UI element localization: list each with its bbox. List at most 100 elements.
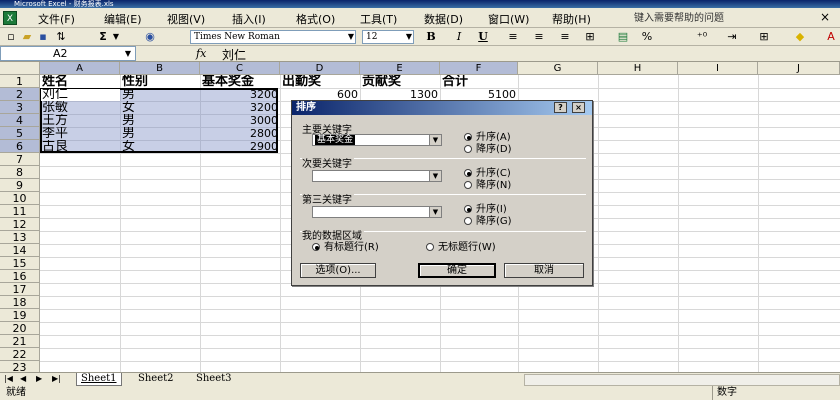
- primary-ascending-radio[interactable]: 升序(A): [464, 132, 511, 143]
- formula-input[interactable]: 刘仁: [222, 46, 246, 63]
- primary-descending-radio[interactable]: 降序(D): [464, 144, 512, 155]
- cell-name[interactable]: 李平: [40, 127, 120, 140]
- help-icon[interactable]: ◉: [142, 30, 158, 44]
- row-header-14[interactable]: 14: [0, 244, 40, 257]
- select-all-corner[interactable]: [0, 62, 40, 75]
- name-box[interactable]: A2 ▼: [0, 46, 136, 61]
- row-header-1[interactable]: 1: [0, 75, 40, 88]
- excel-app-icon[interactable]: X: [3, 11, 17, 25]
- tertiary-key-select[interactable]: ▼: [312, 206, 442, 218]
- sheet-tab-1[interactable]: Sheet1: [76, 373, 122, 386]
- sheet-tab-3[interactable]: Sheet3: [192, 373, 236, 386]
- italic-button[interactable]: I: [452, 30, 466, 44]
- sheet-tab-2[interactable]: Sheet2: [134, 373, 178, 386]
- tertiary-ascending-radio[interactable]: 升序(I): [464, 204, 507, 215]
- menu-window[interactable]: 窗口(W): [488, 11, 529, 27]
- menu-data[interactable]: 数据(D): [424, 11, 463, 27]
- cell-b1[interactable]: 性别: [120, 75, 200, 88]
- increase-decimal-icon[interactable]: ⁺⁰: [694, 30, 710, 44]
- row-header-15[interactable]: 15: [0, 257, 40, 270]
- column-header-f[interactable]: F: [440, 62, 518, 75]
- cancel-button[interactable]: 取消: [504, 263, 584, 278]
- menu-insert[interactable]: 插入(I): [232, 11, 266, 27]
- cell-bonus[interactable]: 2900: [200, 140, 280, 153]
- cell-bonus[interactable]: 3200: [200, 101, 280, 114]
- column-header-g[interactable]: G: [518, 62, 598, 75]
- row-header-6[interactable]: 6: [0, 140, 40, 153]
- cell-bonus[interactable]: 3000: [200, 114, 280, 127]
- cell-gender[interactable]: 女: [120, 101, 200, 114]
- row-header-19[interactable]: 19: [0, 309, 40, 322]
- new-file-icon[interactable]: ▫: [4, 30, 18, 44]
- open-folder-icon[interactable]: ▰: [20, 30, 34, 44]
- first-sheet-icon[interactable]: |◀: [4, 374, 13, 383]
- menu-tools[interactable]: 工具(T): [360, 11, 397, 27]
- row-header-13[interactable]: 13: [0, 231, 40, 244]
- column-header-c[interactable]: C: [200, 62, 280, 75]
- column-header-e[interactable]: E: [360, 62, 440, 75]
- primary-key-select[interactable]: 基本奖金 ▼: [312, 134, 442, 146]
- secondary-descending-radio[interactable]: 降序(N): [464, 180, 511, 191]
- menu-file[interactable]: 文件(F): [38, 11, 75, 27]
- cell-d1[interactable]: 出勤奖: [280, 75, 360, 88]
- align-right-icon[interactable]: ≡: [558, 30, 572, 44]
- cell-gender[interactable]: 男: [120, 114, 200, 127]
- close-icon[interactable]: ×: [820, 10, 830, 24]
- row-header-18[interactable]: 18: [0, 296, 40, 309]
- cell-c1[interactable]: 基本奖金: [200, 75, 280, 88]
- cell-bonus[interactable]: 3200: [200, 88, 280, 101]
- cell-name[interactable]: 古良: [40, 140, 120, 153]
- bold-button[interactable]: B: [424, 30, 438, 44]
- percent-button[interactable]: %: [640, 30, 654, 44]
- close-icon[interactable]: ×: [572, 102, 585, 113]
- font-size-select[interactable]: 12 ▼: [362, 30, 414, 44]
- no-header-radio[interactable]: 无标题行(W): [426, 242, 496, 253]
- borders-icon[interactable]: ⊞: [756, 30, 772, 44]
- has-header-radio[interactable]: 有标题行(R): [312, 242, 379, 253]
- last-sheet-icon[interactable]: ▶|: [52, 374, 61, 383]
- help-search-box[interactable]: 键入需要帮助的问题: [630, 11, 816, 26]
- row-header-7[interactable]: 7: [0, 153, 40, 166]
- font-color-icon[interactable]: A: [824, 30, 838, 44]
- cell-name[interactable]: 张敏: [40, 101, 120, 114]
- fill-color-icon[interactable]: ◆: [792, 30, 808, 44]
- row-header-16[interactable]: 16: [0, 270, 40, 283]
- options-button[interactable]: 选项(O)...: [300, 263, 376, 278]
- menu-format[interactable]: 格式(O): [296, 11, 335, 27]
- align-left-icon[interactable]: ≡: [506, 30, 520, 44]
- row-header-17[interactable]: 17: [0, 283, 40, 296]
- chevron-down-icon[interactable]: ▼: [112, 30, 120, 44]
- row-header-8[interactable]: 8: [0, 166, 40, 179]
- row-header-12[interactable]: 12: [0, 218, 40, 231]
- cell-f1[interactable]: 合计: [440, 75, 518, 88]
- secondary-key-select[interactable]: ▼: [312, 170, 442, 182]
- row-header-2[interactable]: 2: [0, 88, 40, 101]
- tertiary-descending-radio[interactable]: 降序(G): [464, 216, 512, 227]
- row-header-23[interactable]: 23: [0, 361, 40, 372]
- horizontal-scrollbar[interactable]: [524, 374, 840, 386]
- row-header-22[interactable]: 22: [0, 348, 40, 361]
- help-icon[interactable]: ?: [554, 102, 567, 113]
- column-header-i[interactable]: I: [678, 62, 758, 75]
- cell-name[interactable]: 刘仁: [40, 88, 120, 101]
- row-header-5[interactable]: 5: [0, 127, 40, 140]
- cell-gender[interactable]: 女: [120, 140, 200, 153]
- currency-icon[interactable]: ▤: [614, 30, 632, 44]
- row-header-9[interactable]: 9: [0, 179, 40, 192]
- chevron-down-icon[interactable]: ▼: [125, 47, 131, 60]
- row-header-11[interactable]: 11: [0, 205, 40, 218]
- font-name-select[interactable]: Times New Roman ▼: [190, 30, 356, 44]
- cell-bonus[interactable]: 2800: [200, 127, 280, 140]
- row-header-10[interactable]: 10: [0, 192, 40, 205]
- row-header-4[interactable]: 4: [0, 114, 40, 127]
- column-header-d[interactable]: D: [280, 62, 360, 75]
- align-center-icon[interactable]: ≡: [532, 30, 546, 44]
- next-sheet-icon[interactable]: ▶: [36, 374, 42, 383]
- row-header-3[interactable]: 3: [0, 101, 40, 114]
- ok-button[interactable]: 确定: [418, 263, 496, 278]
- row-header-21[interactable]: 21: [0, 335, 40, 348]
- cell-name[interactable]: 王方: [40, 114, 120, 127]
- cell-gender[interactable]: 男: [120, 127, 200, 140]
- indent-icon[interactable]: ⇥: [724, 30, 740, 44]
- sort-az-icon[interactable]: ⇅: [54, 30, 68, 44]
